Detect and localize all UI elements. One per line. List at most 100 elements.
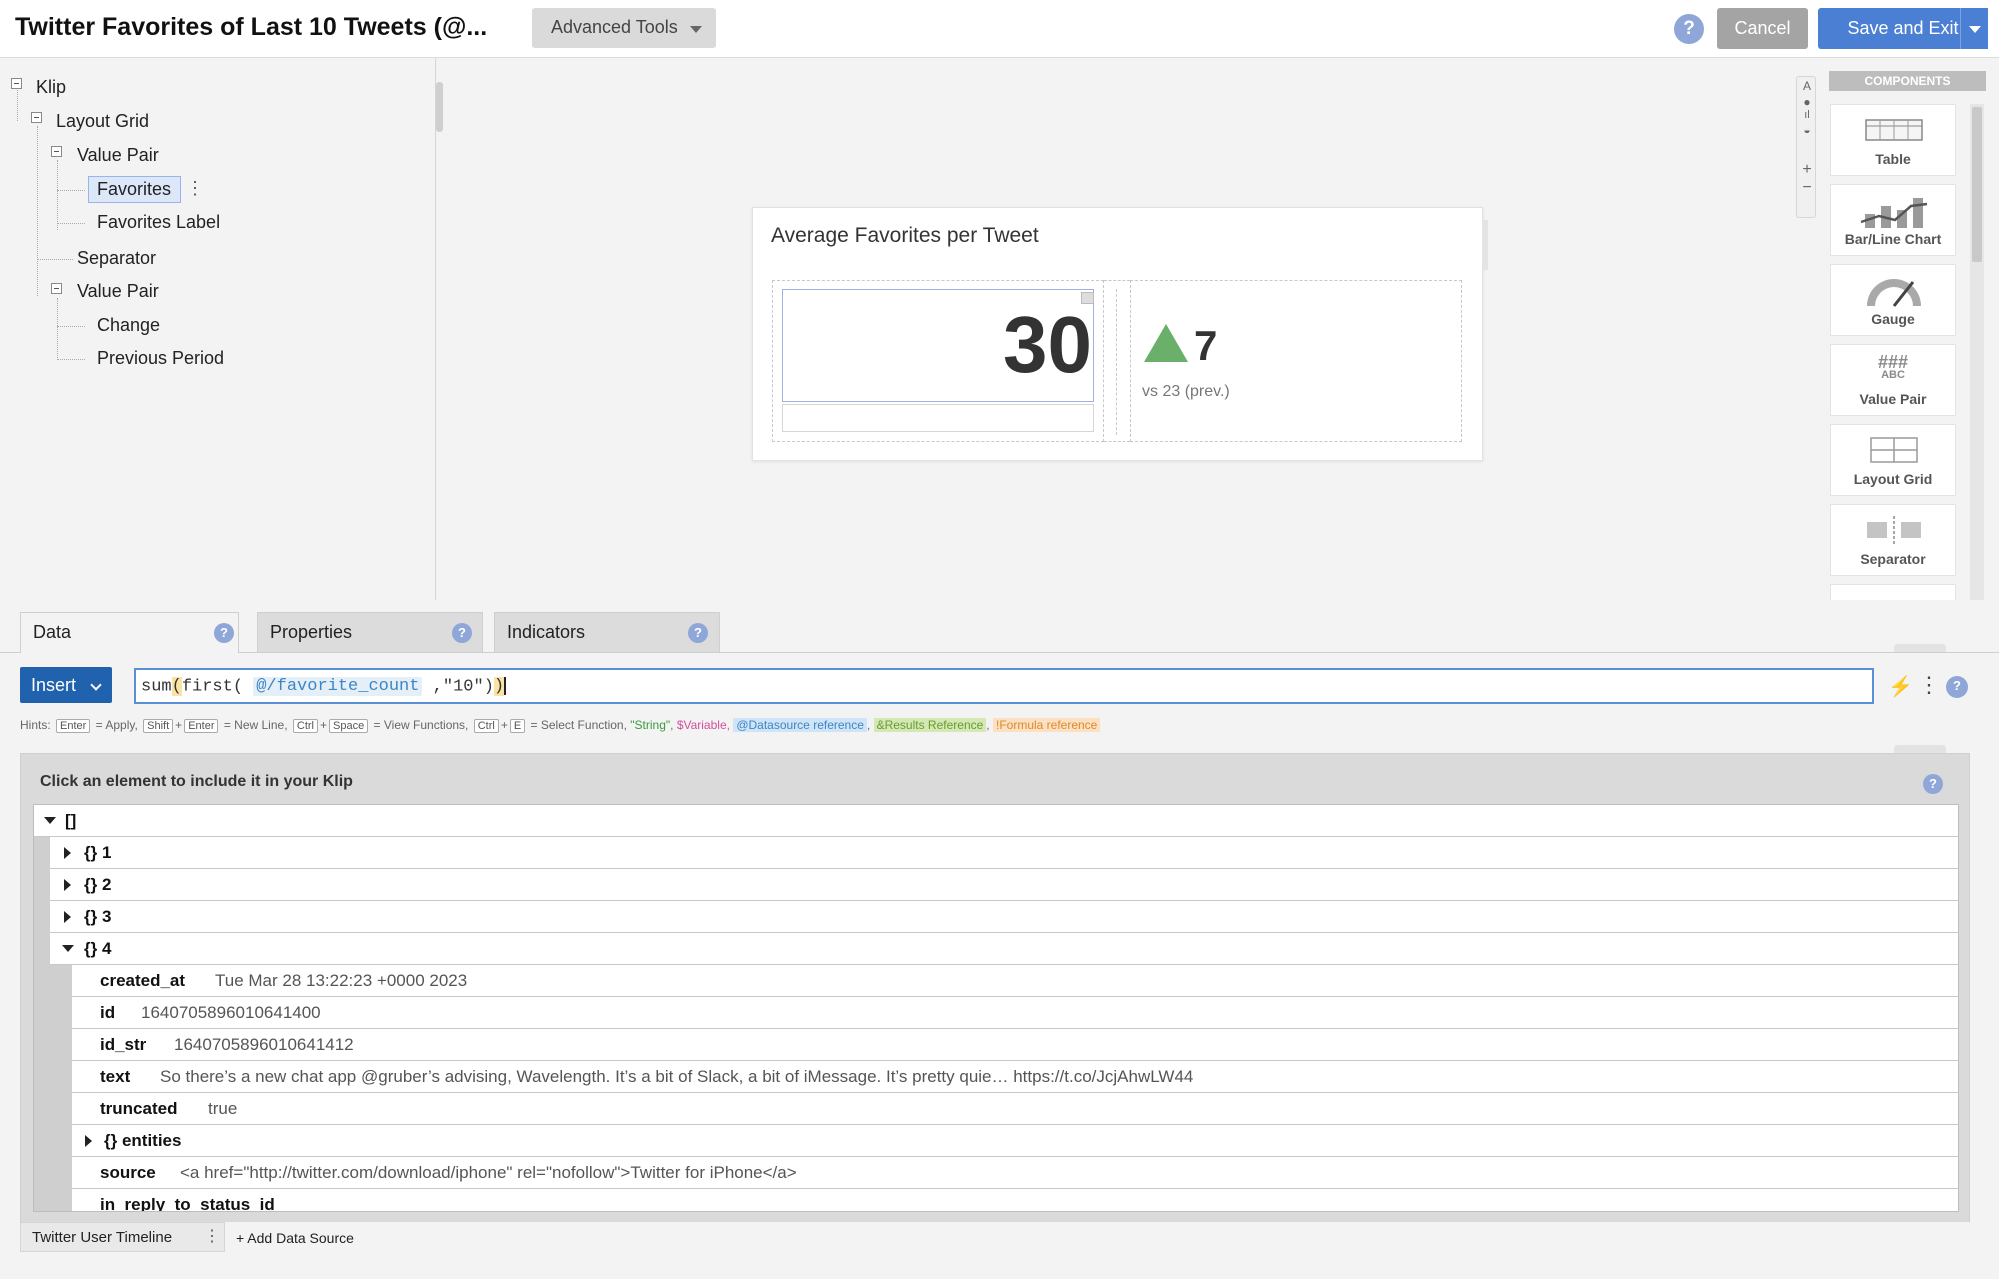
header-bar: Twitter Favorites of Last 10 Tweets (@..… [0,0,1999,58]
expanded-arrow-icon[interactable] [44,817,56,824]
cancel-button[interactable]: Cancel [1717,8,1808,49]
advanced-tools-button[interactable]: Advanced Tools [532,8,716,48]
key-enter: Enter [56,719,91,733]
collapse-toggle-icon[interactable] [51,283,62,294]
tree-connector [57,326,85,327]
favorites-label-box[interactable] [782,404,1094,432]
tree-item-menu-icon[interactable]: ⋮ [186,178,204,199]
chart-icon[interactable]: ıl [1797,109,1817,121]
tab-label: Indicators [507,622,586,642]
data-object-row[interactable]: {} 4 [34,933,1958,965]
tab-label: Properties [270,622,353,642]
help-icon[interactable]: ? [1674,14,1704,44]
key-ctrl: Ctrl [292,719,318,733]
component-label: Table [1875,151,1911,167]
help-icon[interactable]: ? [688,623,708,643]
data-object-row[interactable]: {} 1 [34,837,1958,869]
component-value-pair[interactable]: ### ABC Value Pair [1830,344,1956,416]
hint-string: "String", [630,718,674,732]
zoom-out-icon[interactable]: − [1797,179,1817,197]
tree-gutter [34,869,50,901]
collapsed-arrow-icon[interactable] [85,1135,92,1147]
collapsed-arrow-icon[interactable] [64,847,71,859]
tree-item-value-pair[interactable]: Value Pair [77,281,159,302]
hint-results: &Results Reference [873,718,987,732]
text-size-icon[interactable]: A [1797,79,1817,93]
separator-cell[interactable] [1104,280,1130,442]
shape-icon[interactable]: ● [1797,95,1817,109]
panel-resize-handle[interactable] [1894,644,1946,652]
datasource-tab[interactable]: Twitter User Timeline [20,1222,225,1252]
chevron-down-icon [1969,26,1981,33]
more-options-icon[interactable]: ⋮ [1918,672,1940,698]
collapsed-arrow-icon[interactable] [64,879,71,891]
component-table[interactable]: Table [1830,104,1956,176]
panel-resize-handle[interactable] [1894,745,1946,753]
key-ctrl: Ctrl [473,719,499,733]
insert-button[interactable]: Insert [20,667,112,703]
data-object-row[interactable]: {} 2 [34,869,1958,901]
data-object-row[interactable]: {} 3 [34,901,1958,933]
components-scrollbar-thumb[interactable] [1972,107,1982,262]
save-options-dropdown[interactable] [1960,8,1988,49]
tree-item-favorites[interactable]: Favorites [97,179,171,200]
data-field-row[interactable]: source <a href="http://twitter.com/downl… [34,1157,1958,1189]
component-label: Layout Grid [1853,471,1933,487]
field-key: in_reply_to_status_id [100,1195,275,1212]
component-label: Value Pair [1859,391,1927,407]
data-field-row[interactable]: text So there’s a new chat app @gruber’s… [34,1061,1958,1093]
tree-item-previous-period[interactable]: Previous Period [97,348,224,369]
help-icon[interactable]: ? [1923,774,1943,794]
collapse-toggle-icon[interactable] [31,112,42,123]
string-argument: "10" [442,677,484,697]
hint-plus: + [319,718,327,732]
zoom-in-icon[interactable]: + [1797,161,1817,179]
widget-resize-handle[interactable] [1482,220,1488,270]
field-key: text [100,1067,131,1086]
help-icon[interactable]: ? [1946,676,1968,698]
help-icon[interactable]: ? [452,623,472,643]
more-options-icon[interactable]: ⋮ [204,1226,220,1246]
text-cursor [504,677,507,695]
component-separator[interactable]: Separator [1830,504,1956,576]
expanded-arrow-icon[interactable] [62,945,74,952]
component-gauge[interactable]: Gauge [1830,264,1956,336]
lightning-icon[interactable]: ⚡ [1888,674,1913,699]
field-key: id [100,1003,116,1022]
data-field-row[interactable]: id 1640705896010641400 [34,997,1958,1029]
datasource-reference[interactable]: @/favorite_count [253,677,423,697]
field-value: <a href="http://twitter.com/download/iph… [180,1163,797,1182]
collapse-toggle-icon[interactable] [11,78,22,89]
tree-gutter [34,1029,72,1061]
tab-data[interactable]: Data [20,612,239,653]
data-field-row[interactable]: id_str 1640705896010641412 [34,1029,1958,1061]
help-icon[interactable]: ? [214,623,234,643]
drag-handle-icon[interactable] [1081,292,1094,304]
tree-item-change[interactable]: Change [97,315,160,336]
tab-properties[interactable]: Properties [257,612,483,653]
component-more[interactable] [1830,584,1956,600]
formula-input[interactable]: sum(first( @/favorite_count ,"10")) [134,668,1874,704]
data-root-row[interactable]: [] [34,805,1958,837]
tab-indicators[interactable]: Indicators [494,612,720,653]
tree-item-klip[interactable]: Klip [36,77,66,98]
data-field-row[interactable]: {} entities [34,1125,1958,1157]
klip-title[interactable]: Twitter Favorites of Last 10 Tweets (@..… [15,13,487,42]
component-label: Gauge [1871,311,1915,327]
palette-icon[interactable]: ◒ [1797,123,1817,137]
data-field-row[interactable]: in_reply_to_status_id [34,1189,1958,1212]
tree-item-layout-grid[interactable]: Layout Grid [56,111,149,132]
tree-item-favorites-label[interactable]: Favorites Label [97,212,220,233]
tree-item-separator[interactable]: Separator [77,248,156,269]
favorites-value: 30 [1003,300,1092,389]
collapse-toggle-icon[interactable] [51,146,62,157]
tree-item-value-pair[interactable]: Value Pair [77,145,159,166]
data-field-row[interactable]: created_at Tue Mar 28 13:22:23 +0000 202… [34,965,1958,997]
component-bar-line-chart[interactable]: Bar/Line Chart [1830,184,1956,256]
component-layout-grid[interactable]: Layout Grid [1830,424,1956,496]
component-tree [0,58,436,600]
data-field-row[interactable]: truncated true [34,1093,1958,1125]
add-data-source-button[interactable]: + Add Data Source [236,1230,354,1246]
tree-scrollbar[interactable] [436,82,443,132]
collapsed-arrow-icon[interactable] [64,911,71,923]
